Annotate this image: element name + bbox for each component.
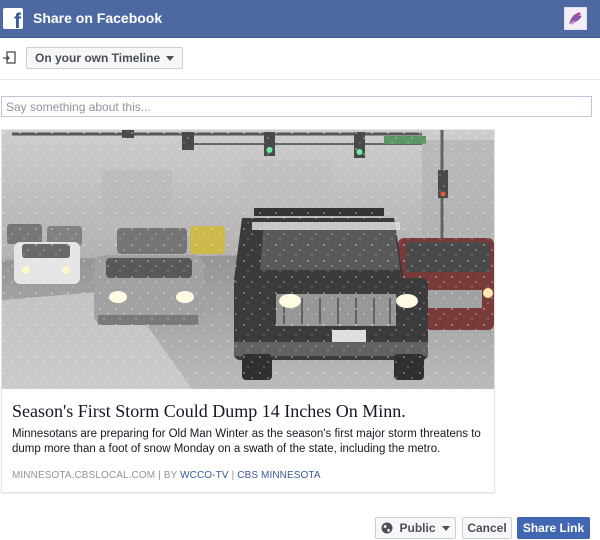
link-preview-card[interactable]: Season's First Storm Could Dump 14 Inche… — [1, 129, 495, 493]
facebook-logo-icon: f — [3, 8, 23, 29]
facebook-logo-letter: f — [14, 10, 21, 29]
dialog-header: f Share on Facebook — [0, 0, 600, 38]
share-target-label: On your own Timeline — [35, 51, 161, 65]
chevron-down-icon — [166, 55, 175, 61]
source-separator: | — [231, 470, 235, 481]
author-link[interactable]: WCCO-TV — [180, 470, 228, 481]
preview-image[interactable] — [2, 130, 494, 389]
byline-label: BY — [163, 470, 178, 481]
link-description: Minnesotans are preparing for Old Man Wi… — [12, 428, 481, 455]
avatar-image-icon — [565, 8, 586, 29]
source-separator: | — [158, 470, 161, 481]
message-input[interactable] — [1, 96, 592, 117]
share-link-button[interactable]: Share Link — [517, 517, 590, 539]
link-title[interactable]: Season's First Storm Could Dump 14 Inche… — [12, 400, 487, 422]
dialog-title: Share on Facebook — [33, 10, 163, 26]
publisher-link[interactable]: CBS MINNESOTA — [237, 470, 320, 481]
link-source: MINNESOTA.CBSLOCAL.COM | BY WCCO-TV | CBS MI… — [12, 470, 321, 481]
audience-label: Public — [399, 521, 436, 535]
share-target-dropdown[interactable]: On your own Timeline — [26, 47, 184, 69]
cancel-button[interactable]: Cancel — [462, 517, 512, 539]
snowy-traffic-photo — [2, 130, 494, 389]
chevron-down-icon — [441, 525, 450, 531]
share-target-row: On your own Timeline — [0, 38, 600, 80]
share-destination-icon — [3, 51, 16, 64]
user-avatar[interactable] — [564, 7, 587, 30]
globe-icon — [381, 522, 393, 534]
audience-selector-button[interactable]: Public — [375, 517, 456, 539]
link-preview-text: Season's First Storm Could Dump 14 Inche… — [12, 400, 487, 457]
link-domain: MINNESOTA.CBSLOCAL.COM — [12, 470, 156, 481]
